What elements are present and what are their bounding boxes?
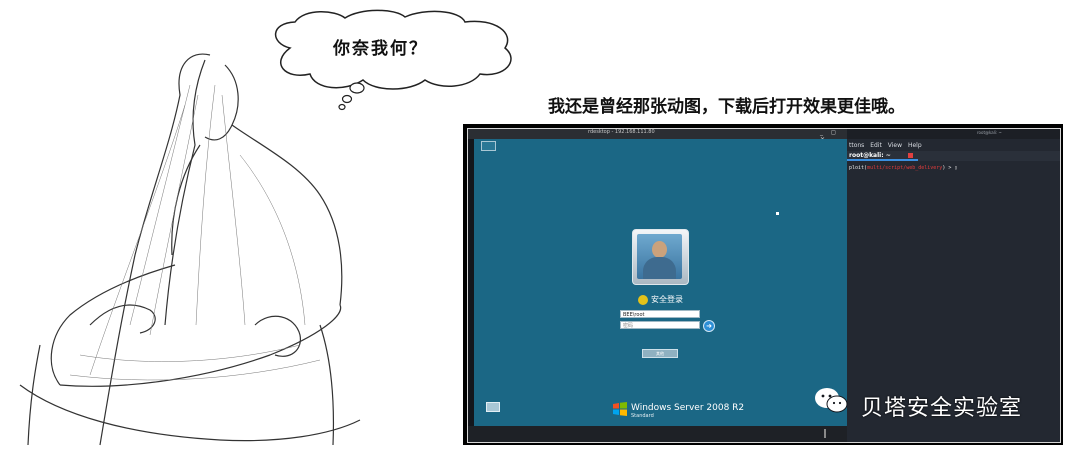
menu-item-help[interactable]: Help bbox=[908, 142, 922, 149]
os-edition: Standard bbox=[631, 413, 654, 419]
username-field[interactable]: BEE\root bbox=[620, 310, 700, 318]
rdp-login-screen: 安全登录 BEE\root 密码 ➜ 其他 Windows Server 200… bbox=[474, 139, 847, 426]
tab-close-icon[interactable] bbox=[908, 153, 913, 158]
rdp-window-title: rdesktop - 192.168.111.80 bbox=[588, 129, 655, 135]
menu-item-view[interactable]: View bbox=[888, 142, 902, 149]
speech-bubble bbox=[274, 9, 512, 111]
ease-of-access-icon[interactable] bbox=[486, 402, 500, 412]
other-user-button[interactable]: 其他 bbox=[642, 349, 678, 358]
rdp-titlebar: rdesktop - 192.168.111.80 _ ◻ ✕ bbox=[468, 129, 847, 143]
user-avatar[interactable] bbox=[632, 229, 689, 285]
avatar-head bbox=[652, 241, 667, 258]
terminal-menubar: ttons Edit View Help bbox=[849, 142, 922, 149]
terminal-tab-label: root@kali: ~ bbox=[849, 152, 891, 159]
menu-item-edit[interactable]: Edit bbox=[870, 142, 882, 149]
password-field[interactable]: 密码 bbox=[620, 321, 700, 329]
terminal-prompt-line[interactable]: ploit(multi/script/web_delivery) > ▯ bbox=[849, 165, 957, 171]
os-name: Windows Server 2008 R2 bbox=[631, 403, 745, 413]
rdp-bottom-bar bbox=[468, 426, 847, 442]
secure-login-label: 安全登录 bbox=[651, 295, 683, 304]
prompt-suffix: ) > ▯ bbox=[942, 165, 958, 171]
windows-logo-icon bbox=[613, 402, 627, 416]
screenshot-frame: rdesktop - 192.168.111.80 _ ◻ ✕ 安全登录 BEE… bbox=[463, 124, 1063, 445]
screenshot-content: rdesktop - 192.168.111.80 _ ◻ ✕ 安全登录 BEE… bbox=[467, 128, 1061, 443]
bubble-text: 你奈我何？ bbox=[333, 39, 428, 59]
prompt-module: multi/script/web_delivery bbox=[867, 165, 943, 171]
terminal-window-title: root@kali: ~ bbox=[977, 130, 1002, 135]
terminal-titlebar: root@kali: ~ bbox=[847, 129, 1060, 139]
wechat-icon bbox=[815, 388, 848, 413]
caption: 我还是曾经那张动图，下载后打开效果更佳哦。 bbox=[548, 97, 905, 117]
watermark-text: 贝塔安全实验室 bbox=[861, 396, 1023, 421]
secure-login-icon bbox=[638, 295, 648, 305]
prompt-prefix: ploit( bbox=[849, 165, 868, 171]
mouse-pointer-icon bbox=[776, 212, 779, 215]
keyboard-icon[interactable] bbox=[481, 141, 496, 151]
avatar-picture bbox=[637, 234, 682, 279]
submit-arrow-button[interactable]: ➜ bbox=[703, 320, 715, 332]
menu-item-buttons[interactable]: ttons bbox=[849, 142, 864, 149]
resize-handle[interactable] bbox=[824, 429, 826, 438]
avatar-body bbox=[643, 257, 676, 279]
